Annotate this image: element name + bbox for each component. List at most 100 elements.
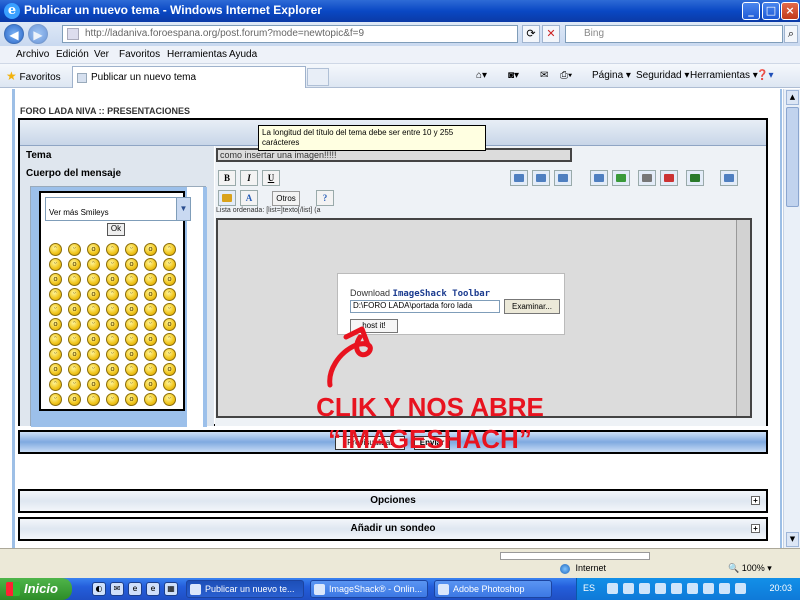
browser-tab[interactable]: Publicar un nuevo tema [72, 66, 306, 88]
smiley-icon[interactable]: ᵕ [106, 348, 119, 361]
file-path-input[interactable]: D:\FORO LADA\portada foro lada [350, 300, 500, 313]
smiley-icon[interactable]: ᵕ [87, 273, 100, 286]
smiley-icon[interactable]: ᵕ [163, 393, 176, 406]
smiley-icon[interactable]: o [87, 288, 100, 301]
imageshack-download[interactable]: Download ImageShack Toolbar [350, 288, 490, 299]
search-go-button[interactable]: ⌕ [784, 25, 798, 43]
smiley-icon[interactable]: o [68, 258, 81, 271]
smiley-icon[interactable]: ᵔ [87, 303, 100, 316]
quicklaunch-icon[interactable]: ◐ [92, 582, 106, 596]
smiley-icon[interactable]: ᵕ [106, 258, 119, 271]
smiley-icon[interactable]: o [144, 288, 157, 301]
smiley-icon[interactable]: o [144, 333, 157, 346]
quote-icon[interactable] [510, 170, 528, 186]
scroll-thumb[interactable] [786, 107, 799, 207]
smiley-icon[interactable]: ᵕ [125, 378, 138, 391]
smiley-icon[interactable]: ᵕ [163, 258, 176, 271]
smiley-icon[interactable]: ᵔ [106, 288, 119, 301]
quicklaunch-icon[interactable]: e [128, 582, 142, 596]
smiley-icon[interactable]: ᵕ [68, 243, 81, 256]
smiley-icon[interactable]: ᵕ [163, 303, 176, 316]
url-field[interactable]: http://ladaniva.foroespana.org/post.foru… [62, 25, 518, 43]
smiley-icon[interactable]: ᵔ [106, 378, 119, 391]
smiley-icon[interactable]: ᵕ [144, 318, 157, 331]
textarea-scrollbar[interactable] [736, 220, 750, 416]
poll-section[interactable]: Añadir un sondeo + [18, 517, 768, 541]
smiley-icon[interactable]: ᵕ [49, 258, 62, 271]
flash-icon[interactable] [660, 170, 678, 186]
help-button[interactable]: ? [316, 190, 334, 206]
smiley-icon[interactable]: ᵔ [49, 243, 62, 256]
taskbar-item-ie[interactable]: Publicar un nuevo te... [186, 580, 304, 598]
color-icon[interactable] [218, 190, 236, 206]
tray-icon[interactable] [735, 583, 746, 594]
home-icon[interactable]: ⌂▾ [476, 70, 487, 81]
italic-button[interactable]: I [240, 170, 258, 186]
smiley-icon[interactable]: ᵔ [144, 303, 157, 316]
image-host-icon[interactable] [612, 170, 630, 186]
scroll-up-arrow-icon[interactable]: ▲ [786, 90, 799, 105]
smiley-icon[interactable]: o [125, 393, 138, 406]
smiley-icon[interactable]: ᵕ [106, 393, 119, 406]
smiley-icon[interactable]: ᵕ [68, 288, 81, 301]
tools-menu[interactable]: Herramientas ▾ [690, 70, 758, 81]
minimize-button[interactable]: _ [742, 2, 760, 20]
tray-icon[interactable] [639, 583, 650, 594]
smiley-icon[interactable]: ᵔ [68, 273, 81, 286]
smiley-icon[interactable]: ᵕ [125, 288, 138, 301]
smiley-icon[interactable]: ᵕ [87, 318, 100, 331]
menu-herramientas[interactable]: Herramientas [167, 49, 227, 60]
tray-icon[interactable] [671, 583, 682, 594]
smiley-icon[interactable]: ᵔ [125, 318, 138, 331]
smiley-icon[interactable]: ᵕ [106, 303, 119, 316]
smiley-icon[interactable]: o [144, 243, 157, 256]
smiley-icon[interactable]: o [163, 318, 176, 331]
smiley-icon[interactable]: ᵕ [163, 348, 176, 361]
smiley-icon[interactable]: ᵔ [163, 333, 176, 346]
smiley-icon[interactable]: ᵕ [87, 363, 100, 376]
smiley-icon[interactable]: o [163, 363, 176, 376]
menu-edicion[interactable]: Edición [56, 49, 89, 60]
otros-button[interactable]: Otros [272, 191, 300, 206]
menu-archivo[interactable]: Archivo [16, 49, 49, 60]
image-icon[interactable] [590, 170, 608, 186]
refresh-button[interactable]: ⟳ [522, 25, 540, 43]
font-size-icon[interactable]: A [240, 190, 258, 206]
page-scrollbar[interactable]: ▲ ▼ [783, 89, 800, 548]
expand-icon[interactable]: + [751, 496, 760, 505]
smiley-icon[interactable]: o [144, 378, 157, 391]
video-icon[interactable] [686, 170, 704, 186]
start-button[interactable]: Inicio [0, 578, 72, 600]
smiley-icon[interactable]: ᵕ [49, 393, 62, 406]
quicklaunch-icon[interactable]: ✉ [110, 582, 124, 596]
smiley-icon[interactable]: ᵕ [68, 333, 81, 346]
smiley-icon[interactable]: ᵔ [125, 363, 138, 376]
tray-icon[interactable] [607, 583, 618, 594]
smiley-icon[interactable]: ᵔ [106, 243, 119, 256]
smiley-icon[interactable]: ᵕ [125, 333, 138, 346]
smiley-icon[interactable]: o [87, 333, 100, 346]
favorites-button[interactable]: ★ Favoritos [6, 69, 61, 83]
smiley-icon[interactable]: ᵕ [68, 378, 81, 391]
smiley-icon[interactable]: ᵕ [144, 273, 157, 286]
smiley-icon[interactable]: o [106, 273, 119, 286]
smiley-icon[interactable]: ᵕ [125, 243, 138, 256]
forward-button[interactable]: ▶ [28, 24, 48, 44]
smiley-icon[interactable]: ᵔ [163, 243, 176, 256]
expand-icon[interactable]: + [751, 524, 760, 533]
smiley-icon[interactable]: o [163, 273, 176, 286]
smiley-icon[interactable]: ᵔ [125, 273, 138, 286]
smiley-icon[interactable]: ᵔ [144, 258, 157, 271]
smiley-icon[interactable]: o [125, 303, 138, 316]
smiley-ok-button[interactable]: Ok [107, 223, 125, 236]
smiley-icon[interactable]: o [106, 363, 119, 376]
code-icon[interactable] [532, 170, 550, 186]
scroll-down-arrow-icon[interactable]: ▼ [786, 532, 799, 547]
smiley-icon[interactable]: o [87, 243, 100, 256]
table-icon[interactable] [554, 170, 572, 186]
search-input[interactable]: Bing [565, 25, 783, 43]
smiley-icon[interactable]: ᵔ [68, 363, 81, 376]
smiley-icon[interactable]: o [49, 318, 62, 331]
tray-icon[interactable] [719, 583, 730, 594]
quicklaunch-icon[interactable]: ▦ [164, 582, 178, 596]
